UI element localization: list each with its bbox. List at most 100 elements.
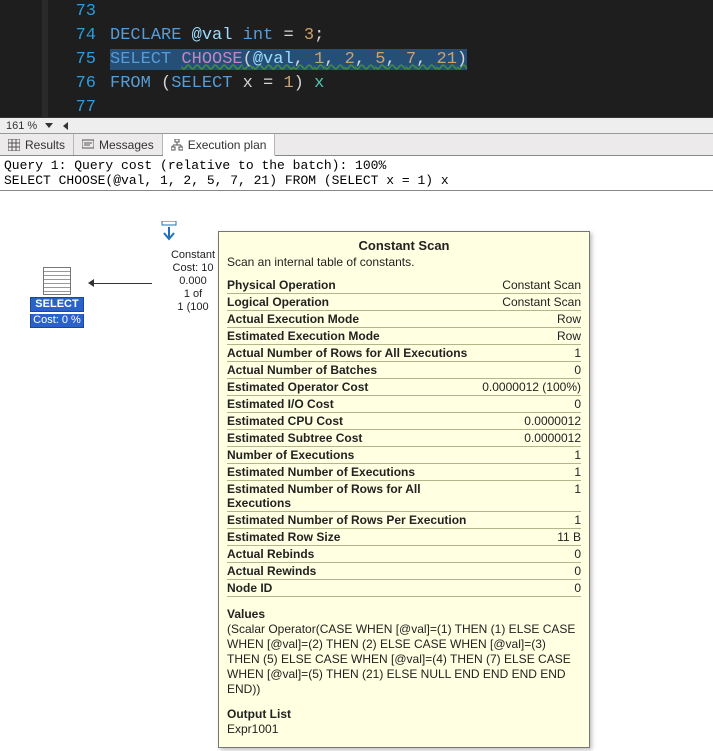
tooltip-title: Constant Scan (227, 238, 581, 253)
query-sql-line: SELECT CHOOSE(@val, 1, 2, 5, 7, 21) FROM… (4, 173, 449, 188)
tooltip-row: Actual Number of Batches0 (227, 362, 581, 379)
line-number: 74 (0, 24, 110, 48)
tooltip-prop-value: 0.0000012 (100%) (482, 379, 581, 396)
tooltip-prop-value: Row (482, 328, 581, 345)
tab-execution-plan[interactable]: Execution plan (163, 134, 276, 156)
tooltip-output-heading: Output List (227, 707, 581, 721)
messages-icon (82, 139, 94, 151)
tooltip-prop-name: Estimated Number of Executions (227, 464, 482, 481)
tooltip-prop-value: 11 B (482, 529, 581, 546)
tooltip-prop-value: 0.0000012 (482, 430, 581, 447)
tooltip-prop-name: Node ID (227, 580, 482, 597)
tooltip-prop-name: Estimated Number of Rows Per Execution (227, 512, 482, 529)
tooltip-row: Actual Execution ModeRow (227, 311, 581, 328)
tab-results[interactable]: Results (0, 134, 74, 155)
tooltip-prop-value: 0 (482, 546, 581, 563)
tooltip-prop-value: 1 (482, 481, 581, 512)
tooltip-prop-value: 1 (482, 345, 581, 362)
tooltip-prop-name: Logical Operation (227, 294, 482, 311)
zoom-value: 161 % (2, 120, 41, 132)
plan-icon (171, 139, 183, 151)
tooltip-prop-name: Physical Operation (227, 277, 482, 294)
tooltip-row: Estimated Number of Rows for All Executi… (227, 481, 581, 512)
tooltip-prop-name: Estimated I/O Cost (227, 396, 482, 413)
tooltip-row: Estimated Row Size11 B (227, 529, 581, 546)
tooltip-values-heading: Values (227, 607, 581, 621)
download-arrow-icon (160, 221, 178, 248)
tooltip-prop-name: Actual Number of Rows for All Executions (227, 345, 482, 362)
select-cost: Cost: 0 % (30, 314, 84, 328)
query-info: Query 1: Query cost (relative to the bat… (0, 156, 713, 191)
tooltip-row: Number of Executions1 (227, 447, 581, 464)
tab-messages[interactable]: Messages (74, 134, 163, 155)
tooltip-row: Estimated Operator Cost0.0000012 (100%) (227, 379, 581, 396)
tooltip-values-text: (Scalar Operator(CASE WHEN [@val]=(1) TH… (227, 622, 581, 697)
tooltip-prop-value: Constant Scan (482, 277, 581, 294)
grid-icon (8, 139, 20, 151)
chevron-down-icon[interactable] (45, 123, 53, 128)
tooltip-properties-table: Physical OperationConstant ScanLogical O… (227, 277, 581, 597)
tooltip-output-text: Expr1001 (227, 722, 581, 737)
tooltip-prop-value: 1 (482, 464, 581, 481)
plan-edge (92, 283, 152, 284)
tooltip-prop-value: Constant Scan (482, 294, 581, 311)
line-number: 76 (0, 72, 110, 96)
tooltip-prop-value: 0 (482, 396, 581, 413)
tooltip-row: Actual Number of Rows for All Executions… (227, 345, 581, 362)
tooltip-description: Scan an internal table of constants. (227, 255, 581, 269)
tooltip-row: Estimated Execution ModeRow (227, 328, 581, 345)
tooltip-prop-name: Estimated Number of Rows for All Executi… (227, 481, 482, 512)
tooltip-prop-name: Number of Executions (227, 447, 482, 464)
execution-plan-canvas[interactable]: SELECT Cost: 0 % Constant Cost: 10 0.000… (0, 191, 713, 731)
tooltip-prop-name: Estimated Execution Mode (227, 328, 482, 345)
query-cost-line: Query 1: Query cost (relative to the bat… (4, 158, 386, 173)
code-content[interactable]: SELECT CHOOSE(@val, 1, 2, 5, 7, 21) (110, 48, 467, 72)
tooltip-prop-value: 0 (482, 362, 581, 379)
tooltip-prop-name: Actual Rebinds (227, 546, 482, 563)
code-line[interactable]: 73 (0, 0, 713, 24)
node-tooltip: Constant Scan Scan an internal table of … (218, 231, 590, 748)
code-line[interactable]: 74DECLARE @val int = 3; (0, 24, 713, 48)
line-number: 75 (0, 48, 110, 72)
tooltip-prop-value: 0.0000012 (482, 413, 581, 430)
tooltip-prop-name: Estimated CPU Cost (227, 413, 482, 430)
tooltip-row: Physical OperationConstant Scan (227, 277, 581, 294)
table-icon (43, 267, 71, 295)
code-editor[interactable]: 7374DECLARE @val int = 3;75SELECT CHOOSE… (0, 0, 713, 118)
tooltip-row: Node ID0 (227, 580, 581, 597)
line-number: 73 (0, 0, 110, 24)
zoom-strip[interactable]: 161 % (0, 118, 713, 134)
results-tabs: Results Messages Execution plan (0, 134, 713, 156)
tooltip-row: Estimated Number of Executions1 (227, 464, 581, 481)
tooltip-row: Estimated Number of Rows Per Execution1 (227, 512, 581, 529)
tooltip-row: Actual Rebinds0 (227, 546, 581, 563)
code-line[interactable]: 75SELECT CHOOSE(@val, 1, 2, 5, 7, 21) (0, 48, 713, 72)
tooltip-prop-name: Actual Execution Mode (227, 311, 482, 328)
tab-plan-label: Execution plan (188, 138, 267, 152)
tooltip-prop-value: 1 (482, 512, 581, 529)
code-content[interactable]: FROM (SELECT x = 1) x (110, 72, 324, 96)
tooltip-prop-name: Actual Number of Batches (227, 362, 482, 379)
tooltip-prop-value: 0 (482, 563, 581, 580)
tooltip-row: Actual Rewinds0 (227, 563, 581, 580)
tab-results-label: Results (25, 138, 65, 152)
tooltip-prop-value: 0 (482, 580, 581, 597)
tooltip-row: Logical OperationConstant Scan (227, 294, 581, 311)
code-content[interactable]: DECLARE @val int = 3; (110, 24, 324, 48)
tooltip-row: Estimated CPU Cost0.0000012 (227, 413, 581, 430)
tooltip-row: Estimated Subtree Cost0.0000012 (227, 430, 581, 447)
tab-messages-label: Messages (99, 138, 154, 152)
tooltip-prop-name: Actual Rewinds (227, 563, 482, 580)
tooltip-row: Estimated I/O Cost0 (227, 396, 581, 413)
select-label: SELECT (30, 297, 84, 312)
line-number: 77 (0, 96, 110, 118)
tooltip-prop-value: 1 (482, 447, 581, 464)
code-line[interactable]: 77 (0, 96, 713, 118)
code-line[interactable]: 76FROM (SELECT x = 1) x (0, 72, 713, 96)
tooltip-prop-value: Row (482, 311, 581, 328)
plan-node-select[interactable]: SELECT Cost: 0 % (30, 267, 84, 328)
tooltip-prop-name: Estimated Row Size (227, 529, 482, 546)
arrow-left-icon (88, 279, 94, 287)
scroll-left-icon[interactable] (63, 122, 68, 130)
tooltip-prop-name: Estimated Operator Cost (227, 379, 482, 396)
